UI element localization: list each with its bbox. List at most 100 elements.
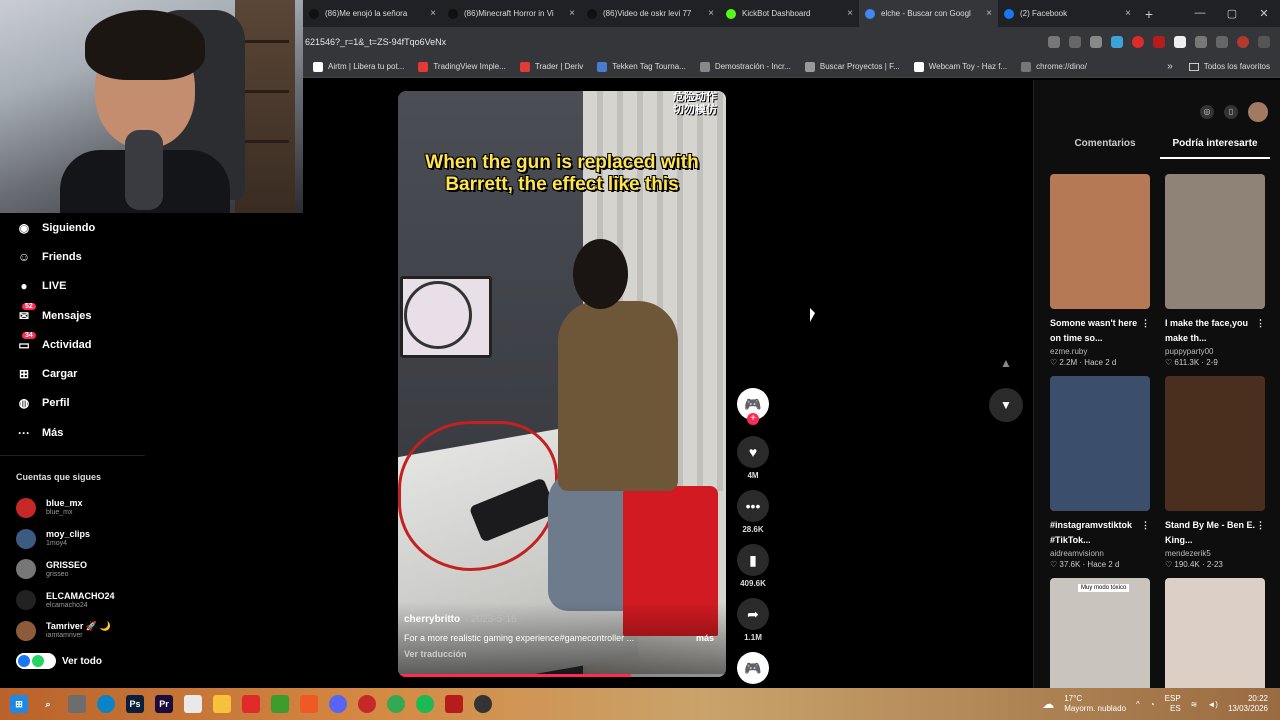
creator-avatar[interactable]: 🎮 + [736, 388, 770, 425]
photoshop-icon[interactable]: Ps [126, 695, 144, 713]
music-disc[interactable]: 🎮 [736, 652, 770, 684]
minimize-icon[interactable]: — [1184, 7, 1216, 20]
weather-widget[interactable]: 17°C Mayorm. nublado [1064, 694, 1126, 714]
share-button[interactable]: ➦ 1.1M [736, 598, 770, 642]
tab-comments[interactable]: Comentarios [1050, 135, 1160, 159]
spotify-icon[interactable] [416, 695, 434, 713]
bookmark-item[interactable]: Airtm | Libera tu pot... [313, 61, 404, 72]
comment-button[interactable]: ••• 28.6K [736, 490, 770, 534]
like-button[interactable]: ♥ 4M [736, 436, 770, 480]
video-author[interactable]: cherrybritto · 2023-5-16 [404, 614, 720, 625]
reading-list-icon[interactable] [1216, 35, 1228, 48]
kebab-menu-icon[interactable]: ⋮ [1141, 518, 1150, 548]
voicemeeter-icon[interactable] [445, 695, 463, 713]
profile-avatar-icon[interactable] [1237, 35, 1249, 48]
bookmark-icon[interactable]: ▮ [737, 544, 769, 576]
recommended-video-card[interactable]: Stand By Me - Ben E. King... ⋮ mendezerik5… [1165, 376, 1265, 569]
translate-link[interactable]: Ver traducción [404, 649, 720, 659]
followed-account[interactable]: blue_mx blue_mx [0, 492, 160, 523]
tab-close-icon[interactable]: × [847, 8, 853, 19]
new-tab-button[interactable]: + [1137, 6, 1161, 22]
save-button[interactable]: ▮ 409.6K [736, 544, 770, 588]
browser-tab[interactable]: elche - Buscar con Googl × [859, 0, 998, 27]
previous-video-chevron-up-icon[interactable]: ▲ [989, 346, 1023, 380]
tray-chevron-up-icon[interactable]: ^ [1136, 700, 1140, 709]
cast-icon[interactable] [1069, 35, 1081, 48]
recommended-video-card[interactable]: #instagramvstiktok #TikTok... ⋮ aidreamvis… [1050, 376, 1150, 569]
follow-plus-icon[interactable]: + [747, 413, 759, 425]
translate-icon[interactable] [1048, 35, 1060, 48]
store-icon[interactable] [184, 695, 202, 713]
chrome-icon[interactable] [387, 695, 405, 713]
tab-recommended[interactable]: Podría interesarte [1160, 135, 1270, 159]
browser-tab[interactable]: (2) Facebook × [998, 0, 1137, 27]
followed-account[interactable]: Tamriver 🚀 🌙 iamtamriver [0, 616, 160, 647]
weather-icon[interactable]: ☁ [1042, 697, 1054, 711]
user-avatar[interactable] [1248, 102, 1268, 122]
extension-icon[interactable] [1132, 35, 1144, 48]
video-player[interactable]: 危险动作 切勿模仿 When the gun is replaced with … [398, 91, 726, 677]
music-disc-icon[interactable]: 🎮 [737, 652, 769, 684]
tab-close-icon[interactable]: × [430, 8, 436, 19]
video-thumbnail[interactable] [1050, 174, 1150, 309]
taskview-icon[interactable] [68, 695, 86, 713]
followed-account[interactable]: GRISSEO grisseo [0, 554, 160, 585]
sidebar-item-mensajes[interactable]: ✉ Mensajes 52 [0, 301, 160, 330]
bookmark-item[interactable]: chrome://dino/ [1021, 61, 1087, 72]
followed-account[interactable]: moy_clips 1moy4 [0, 523, 160, 554]
puzzle-icon[interactable] [1195, 35, 1207, 48]
sidebar-item-actividad[interactable]: ▭ Actividad 34 [0, 330, 160, 359]
share-arrow-icon[interactable]: ➦ [737, 598, 769, 630]
all-bookmarks-link[interactable]: Todos los favoritos [1204, 62, 1270, 71]
extension-icon[interactable] [1174, 35, 1186, 48]
kebab-menu-icon[interactable] [1258, 35, 1270, 48]
kebab-menu-icon[interactable]: ⋮ [1256, 518, 1265, 548]
edge-icon[interactable] [97, 695, 115, 713]
heart-icon[interactable]: ♥ [737, 436, 769, 468]
bookmark-item[interactable]: Demostración - Incr... [699, 61, 791, 72]
browser-tab[interactable]: (86)Video de oskr levi 77 × [581, 0, 720, 27]
extension-icon[interactable] [1153, 35, 1165, 48]
network-icon[interactable]: ◔ [1150, 700, 1155, 709]
bookmark-item[interactable]: Tekken Tag Tourna... [597, 61, 686, 72]
url-field[interactable]: 621546?_r=1&_t=ZS-94fTqo6VeNx [305, 37, 1048, 47]
brave-icon[interactable] [300, 695, 318, 713]
start-windows-icon[interactable]: ⊞ [10, 695, 28, 713]
clock[interactable]: 20:22 13/03/2026 [1228, 694, 1268, 714]
tab-close-icon[interactable]: × [708, 8, 714, 19]
bookmark-item[interactable]: Trader | Deriv [519, 61, 583, 72]
close-window-icon[interactable]: ✕ [1248, 7, 1280, 20]
video-thumbnail[interactable] [1050, 376, 1150, 511]
bookmark-item[interactable]: Webcam Toy - Haz f... [913, 61, 1007, 72]
card-username[interactable]: aidreamvisionn [1050, 549, 1150, 558]
tab-close-icon[interactable]: × [1125, 8, 1131, 19]
premiere-icon[interactable]: Pr [155, 695, 173, 713]
author-name[interactable]: cherrybritto [404, 614, 460, 625]
device-icon[interactable]: ▯ [1224, 105, 1238, 119]
see-all-button[interactable]: Ver todo [0, 646, 160, 676]
sidebar-item-cargar[interactable]: ⊞ Cargar [0, 359, 160, 388]
bookmark-item[interactable]: Buscar Proyectos | F... [804, 61, 900, 72]
discord-icon[interactable] [329, 695, 347, 713]
volume-icon[interactable]: ◄) [1207, 700, 1218, 709]
sidebar-item-perfil[interactable]: ◍ Perfil [0, 389, 160, 418]
video-thumbnail[interactable] [1165, 174, 1265, 309]
recommended-video-card[interactable]: I make the face,you make th... ⋮ puppypart… [1165, 174, 1265, 367]
next-video-chevron-down-icon[interactable]: ▼ [989, 388, 1023, 422]
kebab-menu-icon[interactable]: ⋮ [1141, 316, 1150, 346]
comment-icon[interactable]: ••• [737, 490, 769, 522]
bookmark-star-icon[interactable] [1090, 35, 1102, 48]
browser-tab[interactable]: (86)Me enojó la señora × [303, 0, 442, 27]
sidebar-item-ms[interactable]: ··· Más [0, 418, 160, 447]
extension-icon[interactable] [1111, 35, 1123, 48]
video-thumbnail[interactable] [1165, 376, 1265, 511]
app-icon[interactable] [358, 695, 376, 713]
bookmark-item[interactable]: TradingView Imple... [418, 61, 506, 72]
more-link[interactable]: más [696, 633, 714, 643]
recommended-video-card[interactable]: Somone wasn't here on time so... ⋮ ezme.ru… [1050, 174, 1150, 367]
browser-tab[interactable]: (86)Minecraft Horror in Vi × [442, 0, 581, 27]
obs-icon[interactable] [474, 695, 492, 713]
card-username[interactable]: ezme.ruby [1050, 347, 1150, 356]
sidebar-item-friends[interactable]: ☺ Friends [0, 242, 160, 271]
tab-close-icon[interactable]: × [986, 8, 992, 19]
